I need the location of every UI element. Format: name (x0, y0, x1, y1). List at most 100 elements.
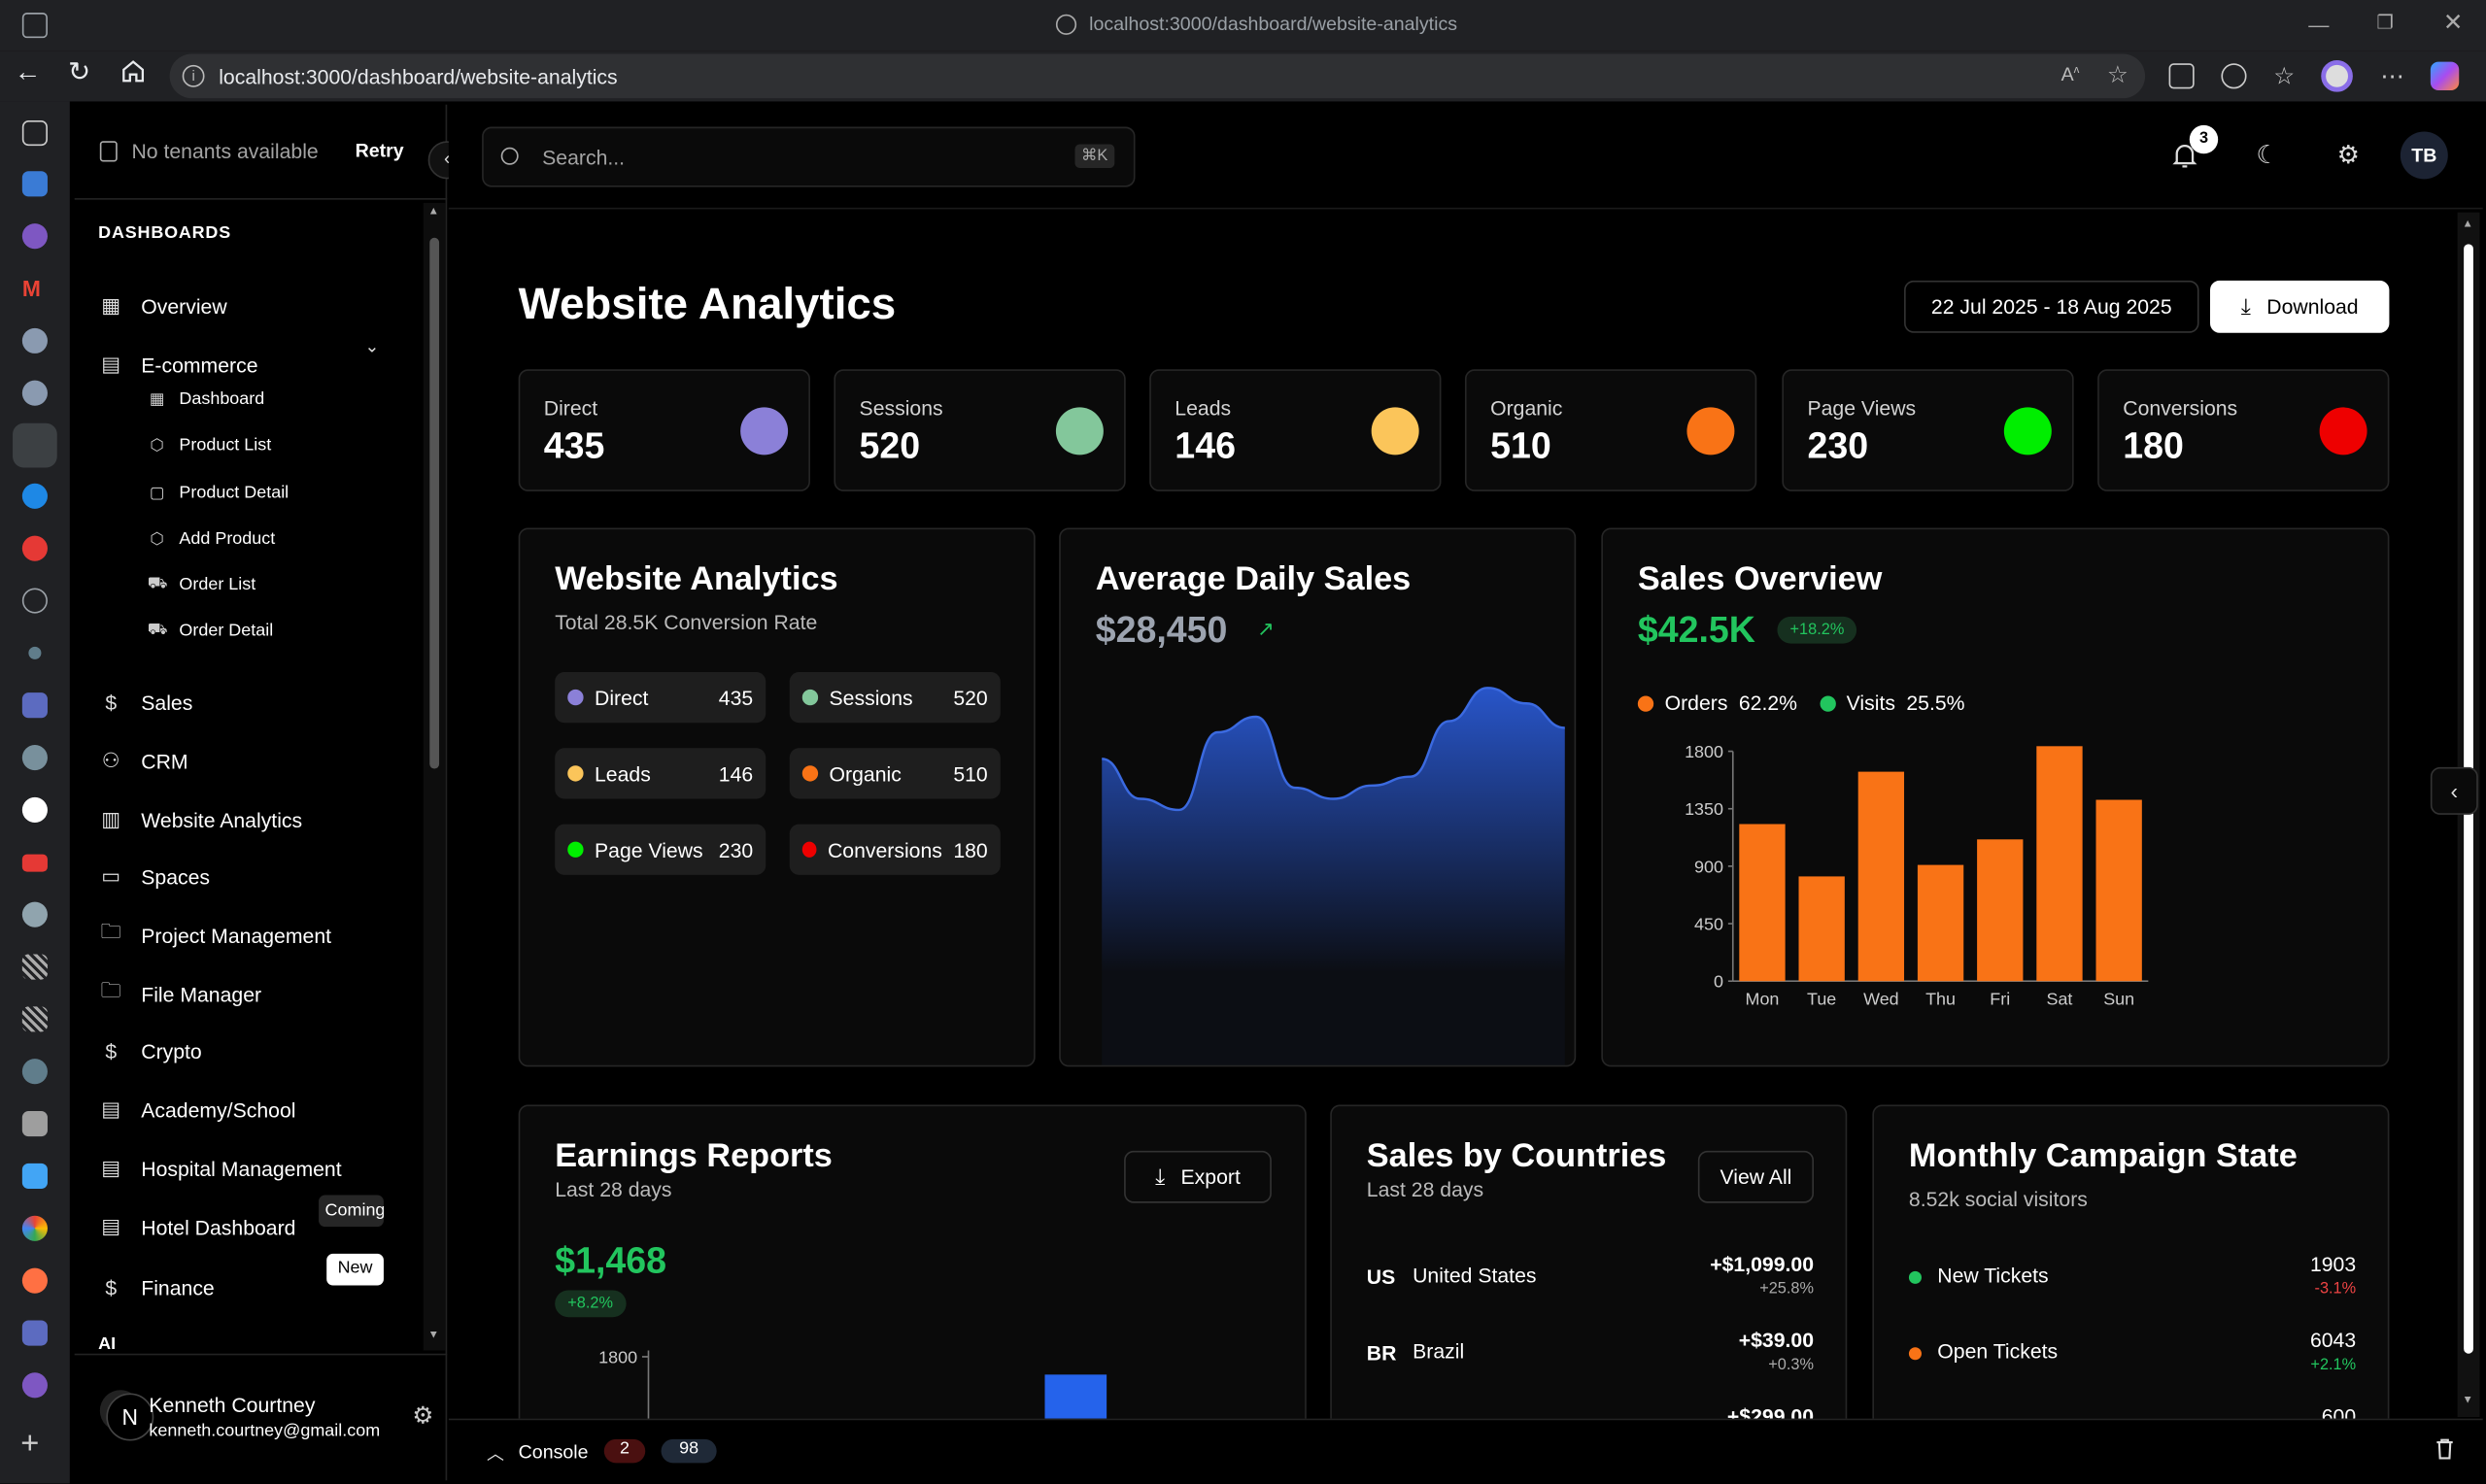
add-shortcut-icon[interactable]: + (20, 1427, 39, 1464)
sidebar-item-hospital-management[interactable]: ▤ Hospital Management (97, 1151, 341, 1186)
avatar[interactable]: TB (2400, 131, 2448, 180)
minimize-button[interactable]: — (2308, 13, 2329, 36)
metric-pill-organic: Organic 510 (789, 748, 1001, 799)
console-bar: ︿ Console 2 98 (448, 1418, 2483, 1484)
read-aloud-icon[interactable]: Aʌ (2061, 63, 2080, 85)
tab-actions-icon[interactable] (21, 120, 48, 147)
x-tick-label: Fri (1990, 990, 2010, 1009)
date-range-picker[interactable]: 22 Jul 2025 - 18 Aug 2025 (1904, 280, 2199, 333)
country-row[interactable]: US United States +$1,099.00 +25.8% (1367, 1249, 1814, 1312)
box-icon: ⬡ (150, 529, 164, 548)
app-shortcut-icon[interactable] (21, 1111, 48, 1137)
sidebar-subitem-product-list[interactable]: ⬡ Product List (148, 431, 271, 459)
globe-icon[interactable] (21, 588, 48, 614)
gmail-icon[interactable]: M (22, 276, 48, 301)
sidebar-item-crypto[interactable]: $ Crypto (97, 1033, 201, 1068)
copilot-icon[interactable] (2431, 61, 2460, 91)
app-shortcut-icon[interactable] (21, 745, 48, 771)
campaign-value: 1903 (2309, 1252, 2357, 1276)
app-shortcut-icon[interactable] (21, 796, 48, 824)
sidebar-item-sales[interactable]: $ Sales (97, 685, 192, 720)
app-shortcut-icon[interactable] (28, 646, 42, 659)
info-icon[interactable]: i (182, 64, 205, 87)
metric-pill-page-views: Page Views 230 (555, 824, 766, 875)
workspaces-icon[interactable] (21, 13, 48, 39)
cart-icon: ⛟ (147, 620, 168, 638)
view-all-button[interactable]: View All (1697, 1150, 1815, 1203)
restore-button[interactable]: ❐ (2376, 11, 2394, 33)
app-shortcut-icon[interactable] (21, 223, 48, 250)
card-subtitle: Last 28 days (555, 1177, 672, 1202)
x-tick-label: Wed (1863, 990, 1899, 1009)
favorite-star-icon[interactable]: ☆ (2107, 60, 2128, 89)
youtube-icon[interactable] (21, 854, 48, 872)
app-shortcut-icon[interactable] (21, 1320, 48, 1346)
home-icon[interactable] (120, 58, 146, 84)
app-shortcut-icon[interactable] (21, 483, 48, 509)
area-chart (1102, 687, 1565, 1065)
sidebar-item-project-management[interactable]: 🗀 Project Management (97, 918, 331, 953)
nextjs-badge-icon[interactable]: N (106, 1393, 154, 1441)
app-shortcut-icon[interactable] (21, 1059, 48, 1085)
sidebar-item-crm[interactable]: ⚇ CRM (97, 743, 188, 778)
stat-value: 435 (543, 424, 605, 466)
app-shortcut-icon[interactable] (21, 1163, 48, 1189)
app-shortcut-icon[interactable] (21, 1372, 48, 1399)
card-subtitle: Total 28.5K Conversion Rate (555, 610, 818, 634)
sidebar-item-file-manager[interactable]: 🗀 File Manager (97, 976, 261, 1011)
chevron-down-icon[interactable]: ⌄ (364, 336, 379, 357)
app-shortcut-icon[interactable] (21, 535, 48, 561)
app-shortcut-icon[interactable] (21, 1267, 48, 1294)
search-placeholder: Search... (542, 146, 626, 170)
address-bar[interactable]: i localhost:3000/dashboard/website-analy… (169, 53, 2146, 99)
settings-gear-icon[interactable]: ⚙ (2337, 140, 2360, 172)
active-app-icon[interactable] (13, 422, 57, 468)
profile-icon[interactable] (2321, 60, 2354, 92)
country-code: US (1366, 1265, 1396, 1289)
legend-visits: Visits 25.5% (1819, 691, 1965, 715)
sidebar-subitem-order-detail[interactable]: ⛟ Order Detail (148, 617, 273, 645)
app-shortcut-icon[interactable] (21, 1006, 48, 1032)
favorites-icon[interactable]: ☆ (2273, 62, 2295, 90)
chevron-up-icon[interactable]: ︿ (487, 1440, 504, 1466)
retry-button[interactable]: Retry (356, 140, 404, 162)
sidebar-item-finance[interactable]: $ Finance (97, 1269, 214, 1304)
more-menu-icon[interactable]: ⋯ (2380, 62, 2403, 90)
app-shortcut-icon[interactable] (21, 1215, 48, 1241)
browser-essentials-icon[interactable] (2221, 63, 2247, 89)
card-subtitle: 8.52k social visitors (1908, 1187, 2088, 1211)
sidebar-subitem-dashboard[interactable]: ▦ Dashboard (148, 386, 264, 414)
sidebar-item-website-analytics[interactable]: ▥ Website Analytics (97, 802, 302, 837)
app-shortcut-icon[interactable] (21, 380, 48, 406)
extensions-icon[interactable] (2168, 63, 2195, 89)
status-dot (1908, 1270, 1922, 1284)
app-shortcut-icon[interactable] (21, 954, 48, 980)
country-row[interactable]: BR Brazil +$39.00 +0.3% (1367, 1325, 1814, 1388)
sidebar-item-academy-school[interactable]: ▤ Academy/School (97, 1092, 295, 1127)
search-input[interactable]: Search... ⌘K (482, 126, 1136, 187)
app-shortcut-icon[interactable] (21, 327, 48, 354)
back-arrow-icon[interactable]: ← (15, 57, 42, 89)
app-shortcut-icon[interactable] (21, 692, 48, 719)
sidebar-scrollbar[interactable]: ▲ ▼ (423, 202, 446, 1351)
sidebar-subitem-order-list[interactable]: ⛟ Order List (148, 571, 255, 599)
sidebar-subitem-add-product[interactable]: ⬡ Add Product (148, 524, 275, 553)
sidebar-item-spaces[interactable]: ▭ Spaces (97, 860, 210, 894)
user-settings-gear-icon[interactable]: ⚙ (412, 1401, 433, 1430)
close-window-button[interactable]: ✕ (2443, 8, 2464, 37)
sidebar-subitem-product-detail[interactable]: ▢ Product Detail (148, 479, 289, 507)
trash-icon[interactable] (2435, 1437, 2455, 1460)
moon-icon[interactable]: ☾ (2256, 140, 2278, 172)
github-icon[interactable] (21, 901, 48, 928)
app-shortcut-icon[interactable] (21, 171, 48, 197)
download-button[interactable]: ⤓ Download (2210, 280, 2390, 333)
export-button[interactable]: ⤓ Export (1124, 1150, 1272, 1203)
refresh-icon[interactable]: ↻ (68, 57, 90, 89)
console-label[interactable]: Console (519, 1440, 589, 1463)
sidebar-item-hotel-dashboard[interactable]: ▤ Hotel Dashboard (97, 1209, 295, 1244)
stat-label: Sessions (859, 396, 943, 421)
side-panel-toggle[interactable]: ‹ (2430, 766, 2478, 815)
sidebar-item-overview[interactable]: ▦ Overview (97, 288, 226, 323)
stat-card-page-views: Page Views 230 (1782, 369, 2074, 491)
sidebar-item-e-commerce[interactable]: ▤ E-commerce (97, 347, 257, 382)
